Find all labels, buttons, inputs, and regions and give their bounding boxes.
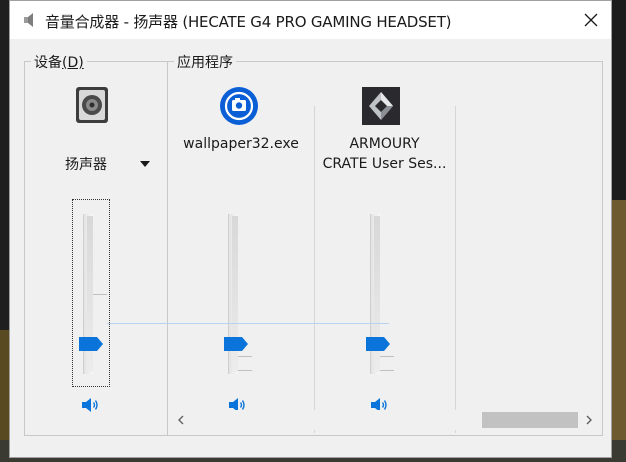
- applications-group-label: 应用程序: [174, 52, 236, 72]
- scrollbar-thumb[interactable]: [482, 412, 578, 428]
- app-name-line1: ARMOURY: [349, 136, 420, 152]
- scroll-left-button[interactable]: [172, 410, 190, 430]
- chevron-down-icon[interactable]: [140, 161, 150, 167]
- device-volume-slider[interactable]: [75, 214, 115, 384]
- device-group-label: 设备(D): [31, 52, 87, 72]
- chevron-left-icon: [178, 415, 184, 425]
- slider-tick: [380, 370, 394, 371]
- chevron-right-icon: [586, 415, 592, 425]
- desktop-background-right-lower: [612, 200, 626, 462]
- slider-tick: [380, 356, 394, 357]
- horizontal-scrollbar[interactable]: [172, 410, 600, 430]
- wallpaper-volume-slider[interactable]: [220, 214, 260, 384]
- column-divider: [455, 106, 456, 433]
- slider-tick: [93, 294, 107, 295]
- slider-thumb[interactable]: [79, 337, 103, 351]
- close-icon: [584, 13, 598, 27]
- armoury-crate-icon[interactable]: [362, 87, 400, 125]
- volume-mixer-window: 音量合成器 - 扬声器 (HECATE G4 PRO GAMING HEADSE…: [9, 0, 612, 458]
- slider-tick: [238, 370, 252, 371]
- app-name-line2: CRATE User Ses...: [322, 156, 447, 172]
- mute-speaker-icon[interactable]: [81, 396, 101, 414]
- speaker-title-icon: [24, 13, 33, 27]
- slider-thumb[interactable]: [366, 337, 390, 351]
- speaker-device-icon[interactable]: [73, 86, 111, 124]
- device-selector[interactable]: 扬声器: [65, 154, 107, 174]
- slider-tick: [238, 356, 252, 357]
- close-button[interactable]: [577, 7, 605, 33]
- app-name-wallpaper: wallpaper32.exe: [183, 136, 299, 152]
- applications-group: 应用程序 wallpaper32.exe ARMOURY CRATE User …: [167, 52, 603, 436]
- slider-thumb[interactable]: [224, 337, 248, 351]
- wallpaper-engine-icon[interactable]: [220, 87, 258, 125]
- armoury-volume-slider[interactable]: [362, 214, 402, 384]
- device-group: 设备(D) 扬声器: [24, 52, 168, 436]
- scroll-right-button[interactable]: [580, 410, 598, 430]
- title-bar[interactable]: 音量合成器 - 扬声器 (HECATE G4 PRO GAMING HEADSE…: [10, 1, 611, 39]
- app-name-armoury: ARMOURY CRATE User Ses...: [314, 134, 455, 174]
- mixer-client-area: 设备(D) 扬声器 应用程序 wallpaper32.exe ARMOURY C…: [10, 39, 611, 457]
- device-name: 扬声器: [65, 157, 107, 173]
- window-title: 音量合成器 - 扬声器 (HECATE G4 PRO GAMING HEADSE…: [45, 13, 452, 31]
- peak-link-line: [107, 323, 389, 324]
